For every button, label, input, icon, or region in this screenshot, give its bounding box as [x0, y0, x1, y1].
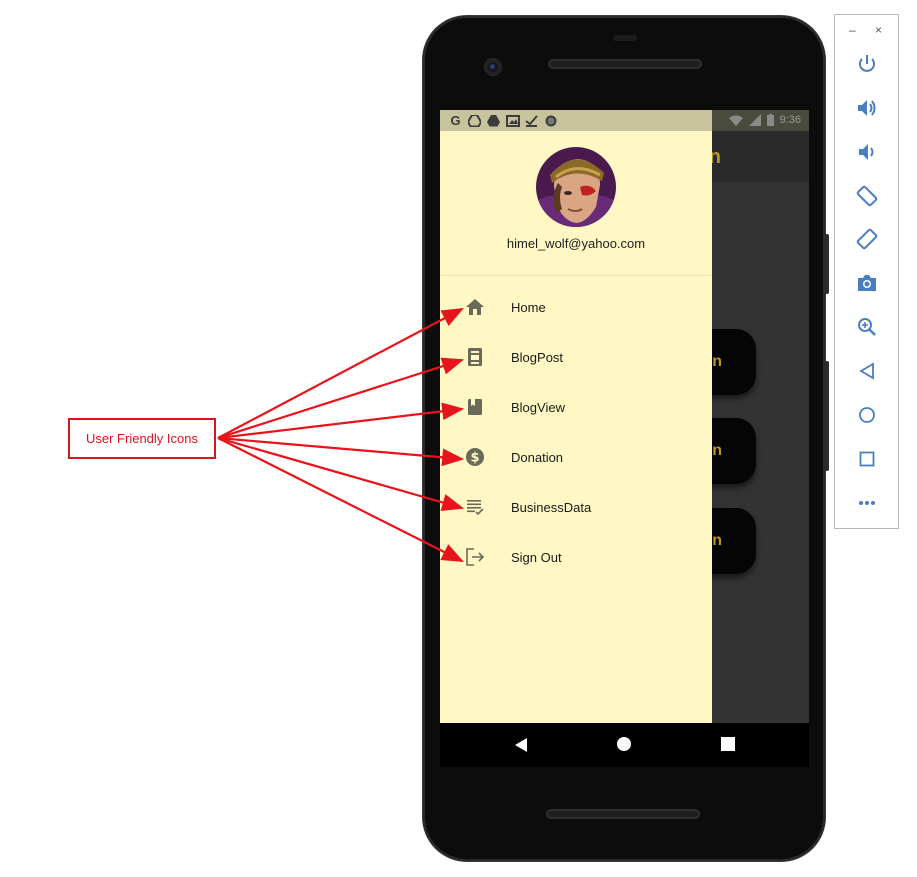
- close-button[interactable]: ×: [875, 23, 882, 37]
- arrow-to-blogview: [217, 402, 465, 440]
- power-icon[interactable]: [852, 49, 882, 79]
- back-icon[interactable]: [852, 356, 882, 386]
- volume-down-icon[interactable]: [852, 137, 882, 167]
- minimize-button[interactable]: –: [849, 23, 856, 37]
- overview-icon[interactable]: [852, 444, 882, 474]
- rotate-right-icon[interactable]: [852, 224, 882, 254]
- arrow-to-home: [217, 307, 464, 439]
- emulator-toolbar: – ×: [834, 14, 899, 529]
- zoom-icon[interactable]: [852, 312, 882, 342]
- arrow-to-blogpost: [217, 357, 465, 440]
- camera-icon[interactable]: [852, 268, 882, 298]
- annotation-arrows: [217, 307, 465, 562]
- home-icon[interactable]: [852, 400, 882, 430]
- volume-up-icon[interactable]: [852, 93, 882, 123]
- rotate-left-icon[interactable]: [852, 181, 882, 211]
- more-icon[interactable]: [852, 488, 882, 518]
